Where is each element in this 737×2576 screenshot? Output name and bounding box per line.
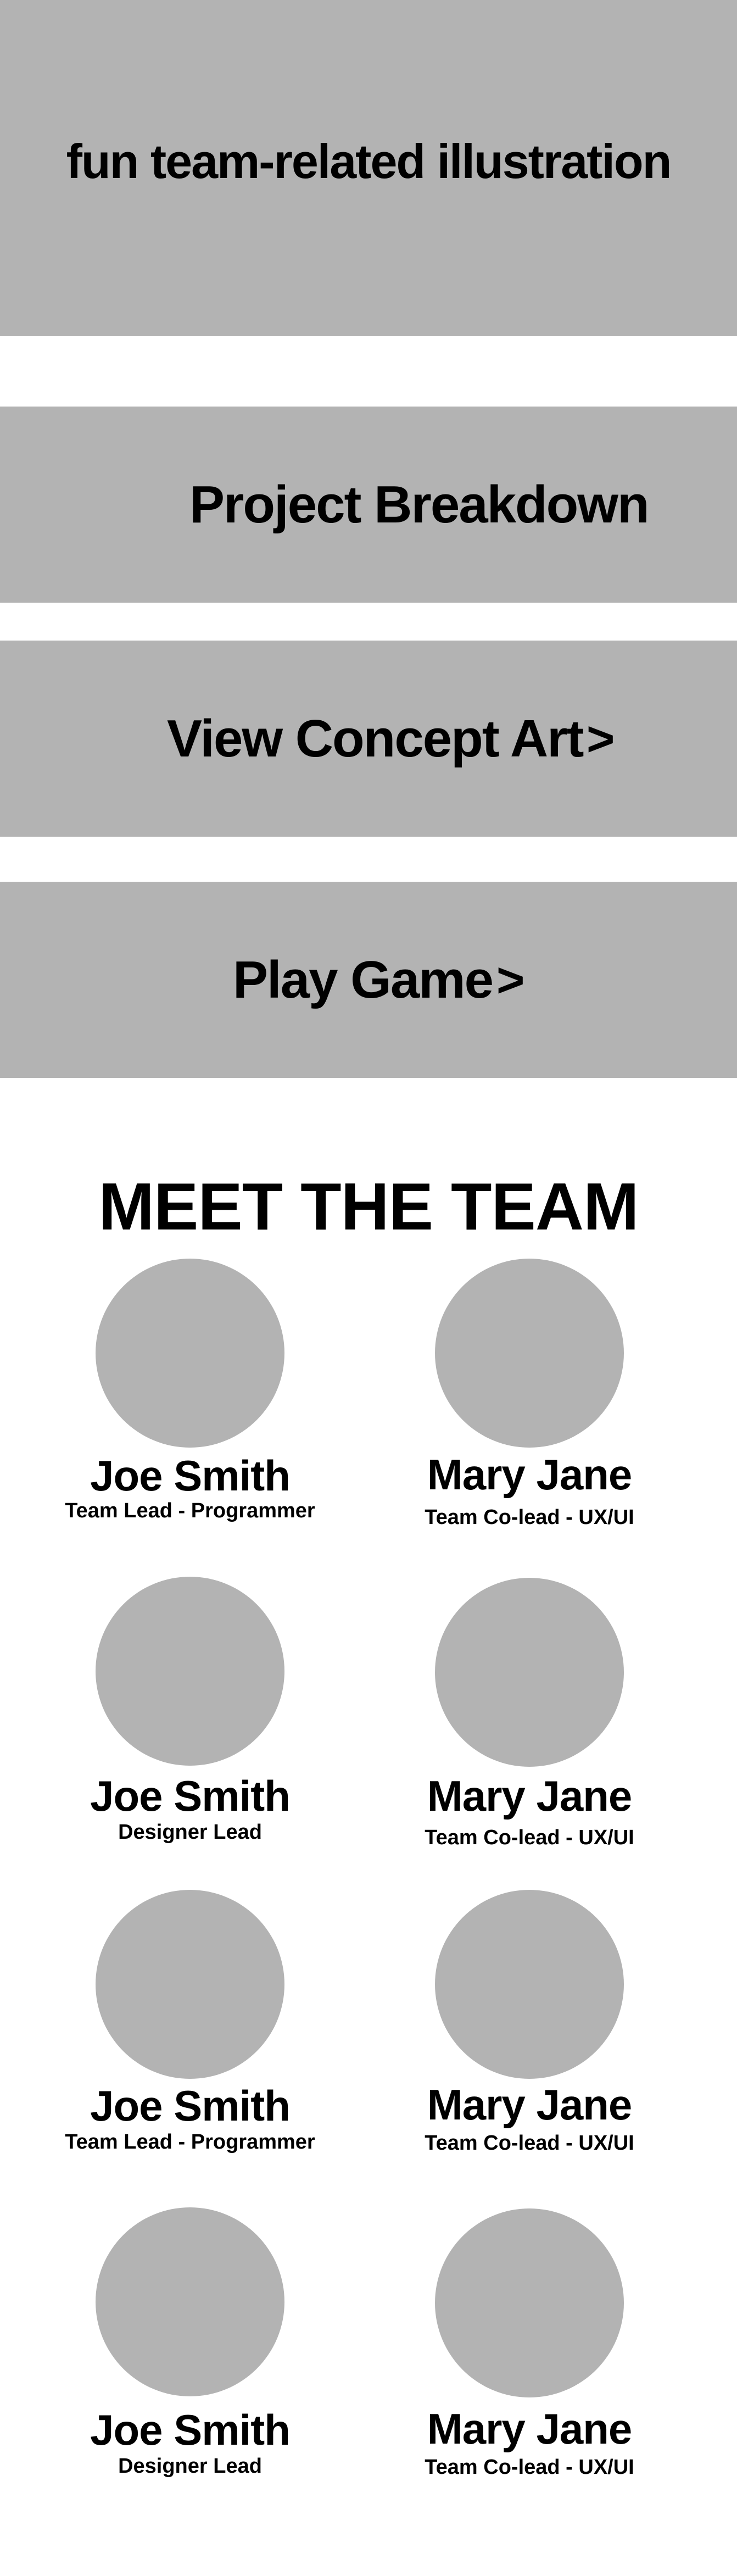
avatar bbox=[435, 1259, 624, 1448]
member-name: Joe Smith bbox=[90, 2406, 291, 2454]
team-heading: MEET THE TEAM bbox=[98, 1169, 639, 1244]
chevron-right-icon: > bbox=[496, 952, 525, 1007]
team-member-card: Mary Jane Team Co-lead - UX/UI bbox=[387, 1259, 672, 1528]
member-role: Team Co-lead - UX/UI bbox=[425, 1506, 634, 1529]
chevron-right-icon: > bbox=[587, 711, 615, 766]
avatar bbox=[96, 2207, 284, 2396]
team-member-card: Mary Jane Team Co-lead - UX/UI bbox=[387, 2208, 672, 2478]
project-breakdown-banner[interactable]: Project Breakdown bbox=[0, 407, 737, 603]
member-name: Mary Jane bbox=[427, 2405, 633, 2453]
member-role: Team Lead - Programmer bbox=[65, 1499, 315, 1522]
view-concept-art-button[interactable]: View Concept Art > bbox=[0, 641, 737, 837]
member-name: Mary Jane bbox=[427, 1450, 633, 1499]
member-role: Designer Lead bbox=[118, 1821, 262, 1844]
project-breakdown-label: Project Breakdown bbox=[189, 475, 650, 534]
team-member-card: Joe Smith Designer Lead bbox=[47, 1577, 333, 1843]
avatar bbox=[96, 1259, 284, 1448]
view-concept-art-label: View Concept Art bbox=[167, 709, 584, 768]
play-game-button[interactable]: Play Game > bbox=[0, 882, 737, 1078]
team-member-card: Joe Smith Designer Lead bbox=[47, 2207, 333, 2477]
play-game-label: Play Game bbox=[233, 950, 494, 1009]
avatar bbox=[96, 1890, 284, 2079]
hero-illustration: fun team-related illustration bbox=[0, 0, 737, 336]
avatar bbox=[96, 1577, 284, 1766]
hero-text: fun team-related illustration bbox=[66, 134, 672, 188]
member-role: Team Lead - Programmer bbox=[65, 2130, 315, 2154]
team-member-card: Mary Jane Team Co-lead - UX/UI bbox=[387, 1578, 672, 1848]
member-role: Team Co-lead - UX/UI bbox=[425, 2132, 634, 2155]
team-member-card: Joe Smith Team Lead - Programmer bbox=[47, 1890, 333, 2152]
member-role: Designer Lead bbox=[118, 2455, 262, 2478]
avatar bbox=[435, 1578, 624, 1767]
member-name: Mary Jane bbox=[427, 2080, 633, 2129]
member-name: Joe Smith bbox=[90, 1772, 291, 1820]
member-name: Joe Smith bbox=[90, 2082, 291, 2130]
member-name: Joe Smith bbox=[90, 1451, 291, 1500]
avatar bbox=[435, 1890, 624, 2079]
member-role: Team Co-lead - UX/UI bbox=[425, 1826, 634, 1849]
member-role: Team Co-lead - UX/UI bbox=[425, 2456, 634, 2479]
team-member-card: Mary Jane Team Co-lead - UX/UI bbox=[387, 1890, 672, 2154]
team-member-card: Joe Smith Team Lead - Programmer bbox=[47, 1259, 333, 1521]
member-name: Mary Jane bbox=[427, 1772, 633, 1820]
avatar bbox=[435, 2208, 624, 2397]
